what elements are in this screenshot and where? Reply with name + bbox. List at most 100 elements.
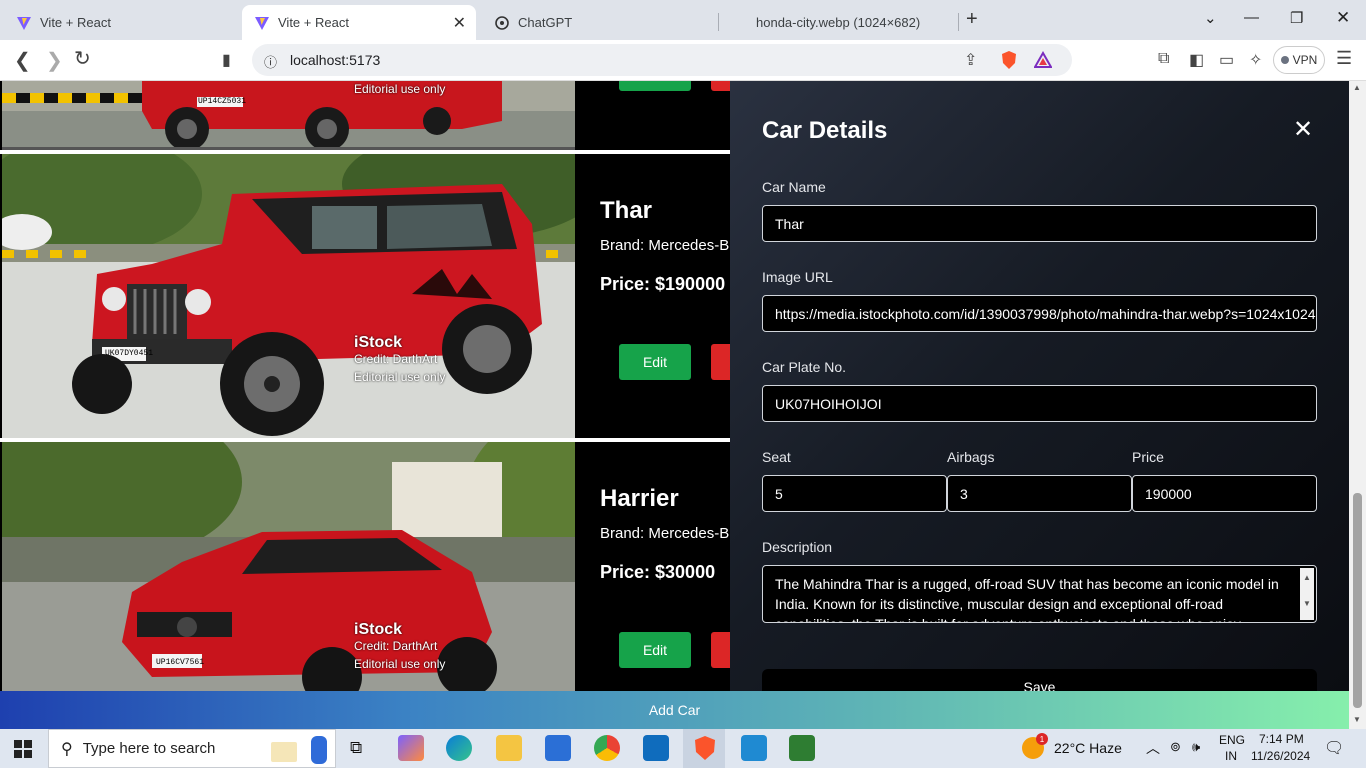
minimize-icon[interactable]: — [1244, 9, 1259, 26]
wallet-icon[interactable]: ▭ [1219, 50, 1234, 70]
add-car-button[interactable]: Add Car [0, 691, 1349, 729]
save-button[interactable]: Save [762, 669, 1317, 691]
seat-label: Seat [762, 449, 791, 465]
app-icon[interactable] [789, 735, 815, 761]
car-image-thar: UK07DY0451 iStock Credit: DarthArt Edito… [2, 154, 575, 438]
forward-icon[interactable]: ❯ [46, 48, 63, 73]
tab-vite-react-1[interactable]: Vite + React [4, 5, 242, 40]
car-plate-label: Car Plate No. [762, 359, 847, 375]
license-plate: UP16CV7561 [156, 658, 205, 667]
file-explorer-icon[interactable] [496, 735, 522, 761]
tab-label: Vite + React [278, 15, 349, 30]
car-name-input[interactable]: Thar [762, 205, 1317, 242]
menu-icon[interactable]: ☰ [1336, 48, 1352, 69]
close-panel-icon[interactable]: ✕ [1293, 115, 1313, 144]
edit-button[interactable]: Edit [619, 632, 691, 668]
share-icon[interactable]: ⇪ [964, 50, 977, 70]
brave-shields-icon[interactable] [1000, 50, 1018, 70]
seat-input[interactable]: 5 [762, 475, 947, 512]
thar-photo [2, 154, 575, 438]
volume-icon[interactable]: 🕪 [1192, 739, 1200, 755]
car-photo [2, 81, 575, 150]
reload-icon[interactable]: ↻ [74, 46, 91, 71]
tab-separator [958, 13, 959, 31]
description-textarea[interactable]: The Mahindra Thar is a rugged, off-road … [762, 565, 1317, 623]
tab-label: Vite + React [40, 15, 111, 30]
clock-time[interactable]: 7:14 PM [1259, 732, 1304, 746]
panel-title: Car Details [762, 117, 888, 144]
tray-chevron-icon[interactable]: ︿ [1146, 738, 1160, 758]
harrier-photo [2, 442, 575, 691]
scroll-up-icon[interactable]: ▲ [1353, 83, 1361, 92]
outlook-icon[interactable] [643, 735, 669, 761]
vpn-button[interactable]: VPN [1273, 46, 1325, 74]
chrome-icon[interactable] [594, 735, 620, 761]
edit-button[interactable]: Edit [619, 344, 691, 380]
car-info-harrier: Harrier Brand: Mercedes-B Price: $30000 [600, 485, 729, 583]
watermark-note: Editorial use only [354, 657, 446, 671]
back-icon[interactable]: ❮ [14, 48, 31, 73]
site-info-icon[interactable]: ⓘ [264, 52, 277, 71]
price-input[interactable]: 190000 [1132, 475, 1317, 512]
tab-list-chevron-icon[interactable]: ⌄ [1204, 9, 1217, 27]
leo-ai-icon[interactable]: ✧ [1249, 50, 1262, 70]
store-icon[interactable] [545, 735, 571, 761]
edge-icon[interactable] [446, 735, 472, 761]
license-plate: UP14CZ5031 [198, 97, 247, 106]
lang-bottom[interactable]: IN [1225, 749, 1237, 763]
search-placeholder: Type here to search [82, 740, 216, 757]
restore-icon[interactable]: ❐ [1290, 9, 1303, 27]
brave-icon[interactable] [692, 735, 718, 761]
vscode-icon[interactable] [741, 735, 767, 761]
new-tab-icon[interactable]: + [966, 8, 978, 31]
close-window-icon[interactable]: ✕ [1336, 8, 1350, 28]
close-tab-icon[interactable]: ✕ [453, 13, 466, 33]
airbags-label: Airbags [947, 449, 995, 465]
address-bar[interactable]: ⓘ localhost:5173 ⇪ [252, 44, 1072, 76]
bookmark-icon[interactable]: ▮ [222, 50, 231, 70]
page-scrollbar[interactable]: ▲ ▼ [1349, 81, 1366, 729]
car-name: Harrier [600, 485, 679, 512]
image-url-label: Image URL [762, 269, 833, 285]
textarea-scrollbar[interactable]: ▲ ▼ [1300, 568, 1314, 620]
lang-top[interactable]: ENG [1219, 733, 1245, 747]
tab-vite-react-active[interactable]: Vite + React ✕ [242, 5, 476, 40]
car-image-harrier: UP16CV7561 iStock Credit: DarthArt Edito… [2, 442, 575, 691]
windows-start-icon[interactable] [14, 740, 32, 758]
brave-rewards-icon[interactable] [1034, 51, 1052, 69]
chatgpt-logo-icon [495, 15, 509, 30]
car-plate-input[interactable]: UK07HOIHOIJOI [762, 385, 1317, 422]
copilot-icon[interactable] [398, 735, 424, 761]
watermark-brand: iStock [354, 621, 403, 638]
car-brand: Brand: Mercedes-B [600, 237, 730, 254]
meet-now-icon[interactable]: ⊚ [1170, 739, 1181, 755]
car-image: UP14CZ5031 Editorial use only [2, 81, 575, 150]
price-label: Price [1132, 449, 1164, 465]
airbags-input[interactable]: 3 [947, 475, 1132, 512]
watermark-credit: Credit: DarthArt [354, 639, 438, 653]
weather-text[interactable]: 22°C Haze [1054, 740, 1122, 756]
tab-chatgpt[interactable]: ChatGPT [482, 5, 712, 40]
watermark-brand: iStock [354, 334, 403, 351]
sidebar-icon[interactable]: ◧ [1189, 50, 1204, 70]
scroll-up-icon[interactable]: ▲ [1300, 568, 1314, 588]
extensions-icon[interactable]: ⧉ [1158, 50, 1169, 68]
tab-honda-city[interactable]: honda-city.webp (1024×682) [744, 5, 954, 40]
car-price: Price: $190000 [600, 274, 726, 294]
scroll-down-icon[interactable]: ▼ [1300, 594, 1314, 614]
vite-logo-icon [255, 16, 269, 30]
scrollbar-thumb[interactable] [1353, 493, 1362, 708]
description-label: Description [762, 539, 833, 555]
edit-button[interactable] [619, 81, 691, 91]
task-view-icon[interactable]: ⧉ [350, 738, 362, 758]
scroll-down-icon[interactable]: ▼ [1353, 715, 1361, 724]
url-text: localhost:5173 [290, 52, 381, 68]
image-watermark: iStock Credit: DarthArt Editorial use on… [354, 621, 445, 671]
car-price: Price: $30000 [600, 562, 716, 582]
taskbar-search[interactable]: ⚲ Type here to search [48, 729, 336, 768]
clock-date[interactable]: 11/26/2024 [1251, 749, 1310, 763]
windows-taskbar: ⚲ Type here to search ⧉ 1 22°C Haze ︿ ⊚ … [0, 729, 1366, 768]
image-url-input[interactable]: https://media.istockphoto.com/id/1390037… [762, 295, 1317, 332]
notification-icon[interactable]: 🗨 [1324, 738, 1344, 758]
car-name-label: Car Name [762, 179, 826, 195]
